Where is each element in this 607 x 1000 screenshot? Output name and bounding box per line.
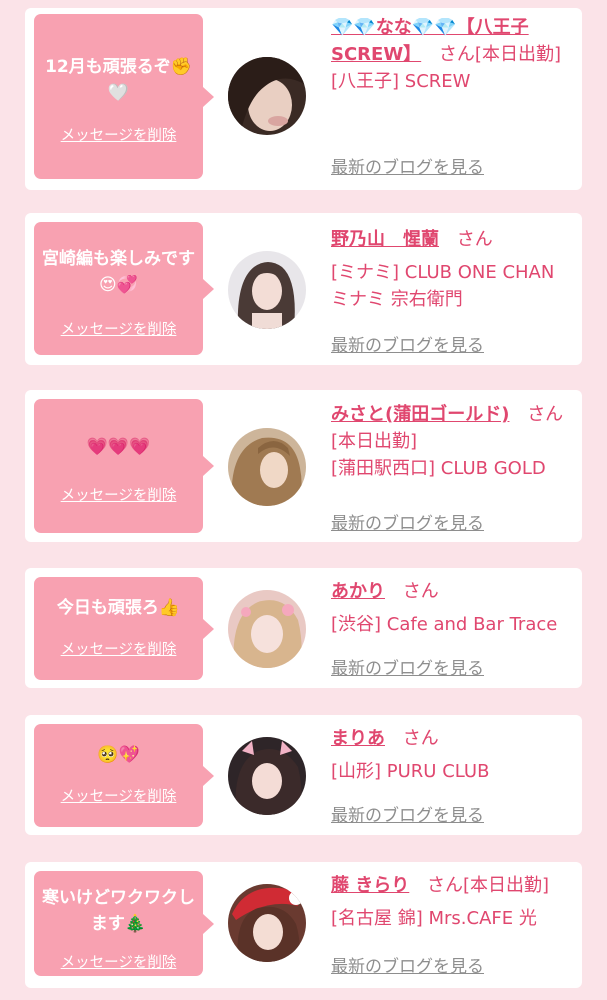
honorific: さん (527, 404, 564, 425)
work-status: [本日出勤] (474, 44, 561, 65)
message-text: 💗💗💗 (86, 437, 151, 457)
avatar[interactable] (228, 590, 306, 668)
delete-message-link[interactable]: メッセージを削除 (34, 484, 203, 505)
store-name: [蒲田駅西口] CLUB GOLD (331, 458, 546, 479)
cast-name-link[interactable]: 野乃山 惺蘭 (331, 229, 439, 250)
latest-blog-link[interactable]: 最新のブログを見る (331, 153, 484, 178)
cast-info: まりあ さん [山形] PURU CLUB (331, 725, 571, 785)
latest-blog-link[interactable]: 最新のブログを見る (331, 654, 484, 679)
honorific: さん (402, 728, 439, 749)
store-name: [ミナミ] CLUB ONE CHAN ミナミ 宗右衛門 (331, 262, 555, 310)
cast-name-link[interactable]: まりあ (331, 728, 385, 749)
message-bubble: 💗💗💗 メッセージを削除 (34, 399, 214, 533)
honorific: さん (456, 229, 493, 250)
message-bubble: 宮崎編も楽しみです😍💞 メッセージを削除 (34, 222, 214, 355)
cast-info: あかり さん [渋谷] Cafe and Bar Trace (331, 578, 571, 638)
avatar[interactable] (228, 428, 306, 506)
message-card: 寒いけどワクワクします🎄 メッセージを削除 藤 きらり さん[本日出勤] [名古… (25, 862, 582, 988)
store-name: [山形] PURU CLUB (331, 761, 490, 782)
message-bubble: 今日も頑張ろ👍 メッセージを削除 (34, 577, 214, 680)
message-card: 💗💗💗 メッセージを削除 みさと(蒲田ゴールド) さん [本日出勤] [蒲田駅西口… (25, 390, 582, 542)
delete-message-link[interactable]: メッセージを削除 (34, 951, 203, 972)
avatar[interactable] (228, 251, 306, 329)
cast-name-link[interactable]: あかり (331, 581, 385, 602)
store-name: [名古屋 錦] Mrs.CAFE 光 (331, 908, 537, 929)
message-card: 🥺💖 メッセージを削除 まりあ さん [山形] PURU CLUB 最新のブログ… (25, 715, 582, 835)
message-text: 12月も頑張るぞ✊🤍 (45, 57, 192, 103)
latest-blog-link[interactable]: 最新のブログを見る (331, 509, 484, 534)
cast-info: 💎💎なな💎💎【八王子SCREW】 さん[本日出勤] [八王子] SCREW (331, 14, 571, 95)
message-bubble: 12月も頑張るぞ✊🤍 メッセージを削除 (34, 14, 214, 179)
message-text: 今日も頑張ろ👍 (56, 598, 181, 618)
latest-blog-link[interactable]: 最新のブログを見る (331, 952, 484, 977)
message-card: 今日も頑張ろ👍 メッセージを削除 あかり さん [渋谷] Cafe and Ba… (25, 568, 582, 688)
honorific: さん (427, 875, 464, 896)
delete-message-link[interactable]: メッセージを削除 (34, 785, 203, 806)
latest-blog-link[interactable]: 最新のブログを見る (331, 331, 484, 356)
cast-info: みさと(蒲田ゴールド) さん [本日出勤] [蒲田駅西口] CLUB GOLD (331, 401, 571, 482)
cast-name-link[interactable]: みさと(蒲田ゴールド) (331, 404, 509, 425)
delete-message-link[interactable]: メッセージを削除 (34, 318, 203, 339)
avatar[interactable] (228, 737, 306, 815)
message-bubble: 寒いけどワクワクします🎄 メッセージを削除 (34, 871, 214, 976)
store-name: [八王子] SCREW (331, 71, 471, 92)
avatar[interactable] (228, 57, 306, 135)
work-status: [本日出勤] (331, 431, 418, 452)
delete-message-link[interactable]: メッセージを削除 (34, 638, 203, 659)
message-text: 宮崎編も楽しみです😍💞 (42, 249, 195, 295)
work-status: [本日出勤] (463, 875, 550, 896)
cast-info: 藤 きらり さん[本日出勤] [名古屋 錦] Mrs.CAFE 光 (331, 872, 571, 932)
message-text: 🥺💖 (97, 745, 140, 765)
store-name: [渋谷] Cafe and Bar Trace (331, 614, 558, 635)
cast-info: 野乃山 惺蘭 さん [ミナミ] CLUB ONE CHAN ミナミ 宗右衛門 (331, 226, 571, 313)
honorific: さん (438, 44, 475, 65)
latest-blog-link[interactable]: 最新のブログを見る (331, 801, 484, 826)
delete-message-link[interactable]: メッセージを削除 (34, 124, 203, 145)
message-bubble: 🥺💖 メッセージを削除 (34, 724, 214, 827)
honorific: さん (402, 581, 439, 602)
message-text: 寒いけどワクワクします🎄 (42, 888, 195, 934)
avatar[interactable] (228, 884, 306, 962)
message-card: 宮崎編も楽しみです😍💞 メッセージを削除 野乃山 惺蘭 さん [ミナミ] CLU… (25, 213, 582, 365)
message-card: 12月も頑張るぞ✊🤍 メッセージを削除 💎💎なな💎💎【八王子SCREW】 さん[… (25, 8, 582, 190)
cast-name-link[interactable]: 藤 きらり (331, 875, 409, 896)
